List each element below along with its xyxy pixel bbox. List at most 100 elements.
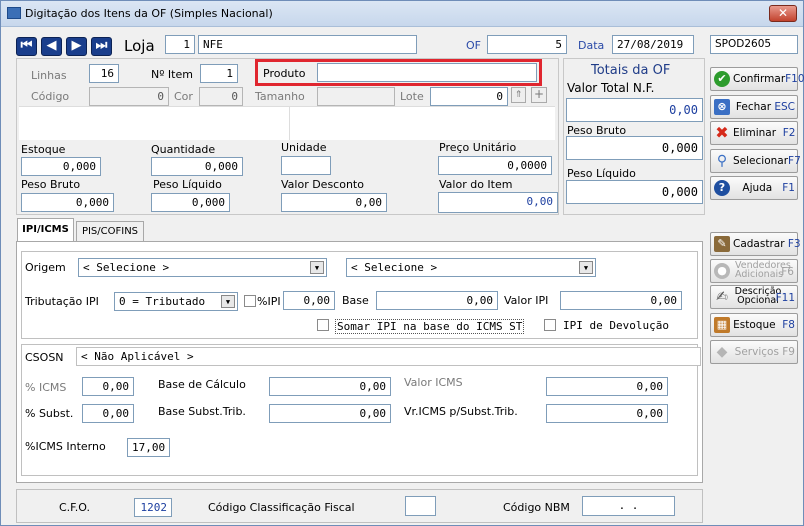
linhas-field[interactable]: 16: [89, 64, 119, 83]
percent-icms-field[interactable]: 0,00: [82, 377, 134, 396]
percent-ipi-field[interactable]: 0,00: [283, 291, 335, 310]
valor-item-label: Valor do Item: [439, 178, 513, 191]
app-icon: [7, 7, 21, 19]
cor-field[interactable]: 0: [199, 87, 243, 106]
codigo-label: Código: [31, 90, 70, 103]
quantidade-field[interactable]: 0,000: [151, 157, 243, 176]
valor-total-field[interactable]: 0,00: [566, 98, 703, 122]
cfo-field[interactable]: 1202: [134, 498, 172, 517]
origem-select-2[interactable]: < Selecione > ▼: [346, 258, 596, 277]
valor-icms-field[interactable]: 0,00: [546, 377, 668, 396]
totais-title: Totais da OF: [591, 63, 671, 78]
first-record-icon[interactable]: ⏮: [16, 37, 37, 56]
vr-icms-subst-field[interactable]: 0,00: [546, 404, 668, 423]
selecionar-button[interactable]: ⚲ SelecionarF7: [710, 149, 801, 173]
nbm-field[interactable]: . .: [582, 496, 675, 516]
confirmar-key: F10: [785, 73, 804, 85]
totais-peso-liquido-field[interactable]: 0,000: [566, 180, 703, 204]
selecionar-label: Selecionar: [733, 155, 789, 167]
vendedores-label-2: Adicionais: [735, 269, 784, 280]
origem-select-2-value: < Selecione >: [351, 261, 438, 274]
estoque-field[interactable]: 0,000: [21, 157, 101, 176]
close-door-icon: ⊗: [714, 99, 730, 115]
tributacao-ipi-select[interactable]: 0 = Tributado ▼: [114, 292, 238, 311]
loja-number-field[interactable]: 1: [165, 35, 195, 54]
date-field[interactable]: 27/08/2019: [612, 35, 694, 54]
confirmar-button[interactable]: ✔ ConfirmarF10: [710, 67, 804, 91]
ajuda-button[interactable]: ? Ajuda F1: [710, 176, 798, 200]
descricao-button[interactable]: ✍ Descrição Opcional F11: [710, 285, 798, 309]
of-number-field[interactable]: 5: [487, 35, 567, 54]
confirmar-label: Confirmar: [733, 73, 786, 85]
produto-field[interactable]: [317, 63, 537, 82]
eliminar-label: Eliminar: [733, 127, 777, 139]
base-calculo-field[interactable]: 0,00: [269, 377, 391, 396]
somar-ipi-checkbox[interactable]: [317, 319, 329, 331]
valor-item-field[interactable]: 0,00: [438, 192, 558, 213]
eliminar-button[interactable]: ✖ Eliminar F2: [710, 121, 798, 145]
users-icon: ●: [714, 263, 730, 279]
close-button[interactable]: ✕: [769, 5, 797, 22]
descricao-label-2: Opcional: [737, 295, 779, 306]
fechar-label: Fechar: [735, 101, 772, 113]
peso-bruto-label: Peso Bruto: [21, 178, 81, 191]
unidade-label: Unidade: [281, 141, 327, 154]
estoque-button-label: Estoque: [733, 319, 776, 331]
item-number-label: Nº Item: [151, 68, 193, 81]
icms-interno-field[interactable]: 17,00: [127, 438, 170, 457]
of-label: OF: [466, 39, 481, 52]
preco-unitario-field[interactable]: 0,0000: [438, 156, 552, 175]
fechar-button[interactable]: ⊗ Fechar ESC: [710, 95, 798, 119]
description-divider: [289, 106, 290, 140]
item-number-field[interactable]: 1: [200, 64, 238, 83]
data-label: Data: [578, 39, 605, 52]
tributacao-ipi-value: 0 = Tributado: [119, 295, 206, 308]
chevron-down-icon[interactable]: ▼: [310, 261, 324, 274]
lote-up-icon[interactable]: ⇑: [511, 87, 526, 103]
servicos-button[interactable]: ◆ Serviços F9: [710, 340, 798, 364]
origem-label: Origem: [25, 261, 66, 274]
percent-subst-field[interactable]: 0,00: [82, 404, 134, 423]
window-title: Digitação dos Itens da OF (Simples Nacio…: [25, 7, 273, 20]
vendedores-key: F6: [781, 266, 794, 278]
classificacao-fiscal-field[interactable]: [405, 496, 436, 516]
base-subst-field[interactable]: 0,00: [269, 404, 391, 423]
cadastrar-button[interactable]: ✎ Cadastrar F3: [710, 232, 801, 256]
base-ipi-field[interactable]: 0,00: [376, 291, 498, 310]
tab-pis-cofins[interactable]: PIS/COFINS: [76, 221, 144, 242]
previous-record-icon[interactable]: ◀: [41, 37, 62, 56]
vr-icms-subst-label: Vr.ICMS p/Subst.Trib.: [404, 405, 518, 418]
tamanho-field[interactable]: [317, 87, 395, 106]
lote-field[interactable]: 0: [430, 87, 508, 106]
origem-select-1[interactable]: < Selecione > ▼: [78, 258, 327, 277]
servicos-key: F9: [782, 346, 795, 358]
loja-name-field[interactable]: NFE: [198, 35, 417, 54]
valor-desconto-field[interactable]: 0,00: [281, 193, 387, 212]
lote-add-icon[interactable]: +: [531, 87, 547, 103]
percent-ipi-label: %IPI: [257, 295, 281, 308]
totais-peso-liquido-label: Peso Líquido: [567, 167, 636, 180]
peso-bruto-field[interactable]: 0,000: [21, 193, 114, 212]
peso-liquido-field[interactable]: 0,000: [151, 193, 230, 212]
chevron-down-icon[interactable]: ▼: [221, 295, 235, 308]
last-record-icon[interactable]: ⏭: [91, 37, 112, 56]
eliminar-key: F2: [782, 127, 796, 139]
peso-liquido-label: Peso Líquido: [153, 178, 222, 191]
valor-ipi-label: Valor IPI: [504, 294, 549, 307]
ipi-checkbox[interactable]: [244, 295, 256, 307]
unidade-field[interactable]: [281, 156, 331, 175]
estoque-label: Estoque: [21, 143, 66, 156]
valor-ipi-field[interactable]: 0,00: [560, 291, 682, 310]
ipi-devolucao-checkbox[interactable]: [544, 319, 556, 331]
vendedores-button[interactable]: ● Vendedores Adicionais F6: [710, 259, 798, 283]
chevron-down-icon[interactable]: ▼: [579, 261, 593, 274]
next-record-icon[interactable]: ▶: [66, 37, 87, 56]
user-code-field[interactable]: SPOD2605: [710, 35, 798, 54]
codigo-field[interactable]: 0: [89, 87, 169, 106]
tab-ipi-icms[interactable]: IPI/ICMS: [17, 218, 74, 242]
estoque-button[interactable]: ▦ Estoque F8: [710, 313, 798, 337]
icms-interno-label: %ICMS Interno: [25, 440, 106, 453]
cadastrar-label: Cadastrar: [733, 238, 785, 250]
csosn-field[interactable]: < Não Aplicável >: [76, 347, 701, 366]
totais-peso-bruto-field[interactable]: 0,000: [566, 136, 703, 160]
